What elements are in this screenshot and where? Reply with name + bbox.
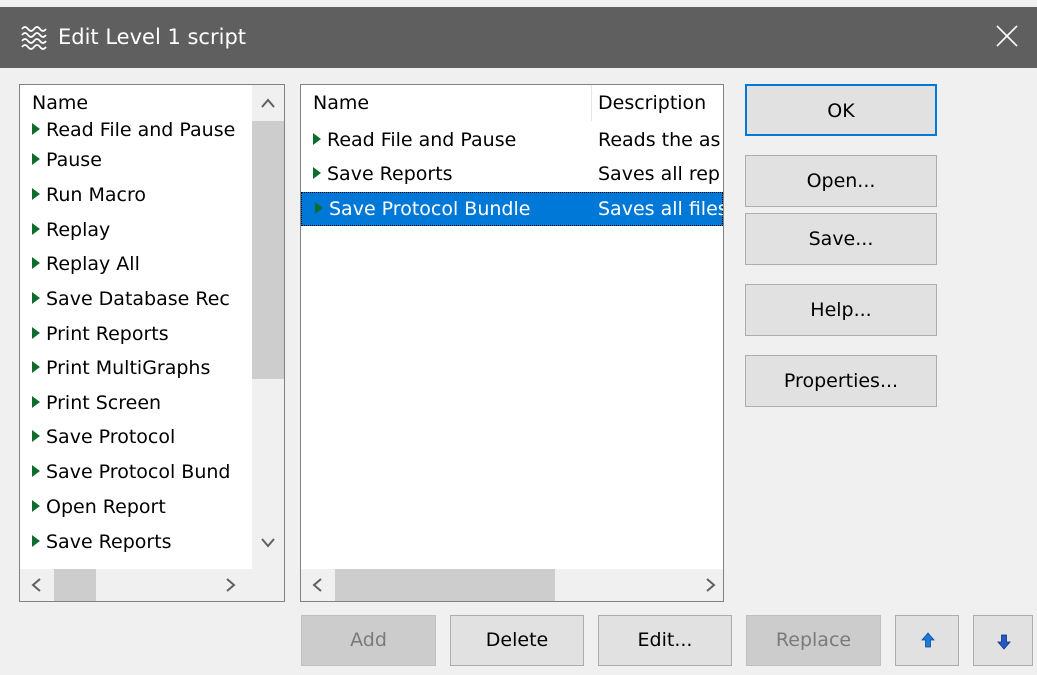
expand-arrow-icon	[32, 291, 40, 304]
expand-arrow-icon	[32, 464, 40, 477]
left-list-header-name[interactable]: Name	[32, 85, 88, 121]
expand-arrow-icon	[32, 395, 40, 408]
expand-arrow-icon	[32, 222, 40, 235]
scroll-left-icon[interactable]	[29, 577, 45, 593]
left-vertical-scrollbar[interactable]	[252, 85, 284, 569]
save-button[interactable]: Save...	[745, 213, 937, 265]
expand-arrow-icon	[32, 534, 40, 547]
list-item[interactable]: Print Reports	[32, 317, 169, 351]
list-item[interactable]: Open Report	[32, 490, 166, 524]
list-item[interactable]: Save Database Rec	[32, 282, 230, 316]
left-horizontal-scrollbar[interactable]	[20, 569, 284, 601]
scroll-down-icon[interactable]	[260, 537, 276, 549]
right-horizontal-scrollbar[interactable]	[301, 569, 723, 601]
window-title: Edit Level 1 script	[58, 25, 247, 49]
expand-arrow-icon	[315, 201, 323, 214]
edit-button[interactable]: Edit...	[598, 615, 732, 666]
expand-arrow-icon	[313, 166, 321, 179]
expand-arrow-icon	[313, 132, 321, 145]
expand-arrow-icon	[32, 326, 40, 339]
list-item[interactable]: Pause	[32, 143, 102, 177]
close-button[interactable]	[977, 7, 1037, 68]
available-commands-list[interactable]: Name Read File and Pause Pause Run Macro…	[19, 84, 285, 602]
list-item[interactable]: Print MultiGraphs	[32, 351, 210, 385]
waves-icon	[21, 26, 47, 50]
expand-arrow-icon	[32, 499, 40, 512]
table-row[interactable]: Read File and Pause Reads the as	[301, 123, 723, 157]
expand-arrow-icon	[32, 122, 40, 135]
script-steps-list[interactable]: Name Description Read File and Pause Rea…	[300, 84, 724, 602]
ok-button[interactable]: OK	[745, 84, 937, 136]
expand-arrow-icon	[32, 360, 40, 373]
right-list-header-name[interactable]: Name	[313, 85, 369, 121]
delete-button[interactable]: Delete	[450, 615, 584, 666]
move-down-button[interactable]	[973, 615, 1033, 666]
list-item[interactable]: Print Screen	[32, 386, 161, 420]
list-item[interactable]: Save Protocol	[32, 420, 175, 454]
list-item[interactable]: Save Protocol Bund	[32, 455, 230, 489]
title-bar[interactable]: Edit Level 1 script	[0, 7, 1037, 68]
arrow-down-icon	[997, 634, 1011, 650]
scroll-left-icon[interactable]	[310, 577, 326, 593]
right-horizontal-scroll-thumb[interactable]	[335, 569, 555, 601]
properties-button[interactable]: Properties...	[745, 355, 937, 407]
left-list-items: Read File and Pause Pause Run Macro Repl…	[20, 121, 252, 569]
list-item[interactable]: Replay All	[32, 247, 140, 281]
right-list-header-description[interactable]: Description	[591, 85, 723, 121]
right-list-rows: Read File and Pause Reads the as Save Re…	[301, 121, 723, 569]
scroll-right-icon[interactable]	[702, 577, 718, 593]
help-button[interactable]: Help...	[745, 284, 937, 336]
arrow-up-icon	[921, 632, 935, 648]
open-button[interactable]: Open...	[745, 155, 937, 207]
add-button[interactable]: Add	[301, 615, 436, 666]
edit-script-dialog: Edit Level 1 script Name Read File and P…	[0, 0, 1037, 675]
expand-arrow-icon	[32, 256, 40, 269]
expand-arrow-icon	[32, 152, 40, 165]
scroll-right-icon[interactable]	[222, 577, 238, 593]
replace-button[interactable]: Replace	[746, 615, 881, 666]
expand-arrow-icon	[32, 187, 40, 200]
left-vertical-scroll-thumb[interactable]	[252, 121, 284, 379]
close-icon	[996, 25, 1018, 47]
table-row[interactable]: Save Reports Saves all rep	[301, 157, 723, 191]
list-item[interactable]: Save Reports	[32, 525, 172, 559]
expand-arrow-icon	[32, 429, 40, 442]
scroll-up-icon[interactable]	[260, 97, 276, 109]
move-up-button[interactable]	[895, 615, 959, 666]
left-horizontal-scroll-thumb[interactable]	[54, 569, 96, 601]
list-item[interactable]: Replay	[32, 213, 110, 247]
table-row-selected[interactable]: Save Protocol Bundle Saves all files	[301, 192, 723, 226]
list-item[interactable]: Run Macro	[32, 178, 146, 212]
